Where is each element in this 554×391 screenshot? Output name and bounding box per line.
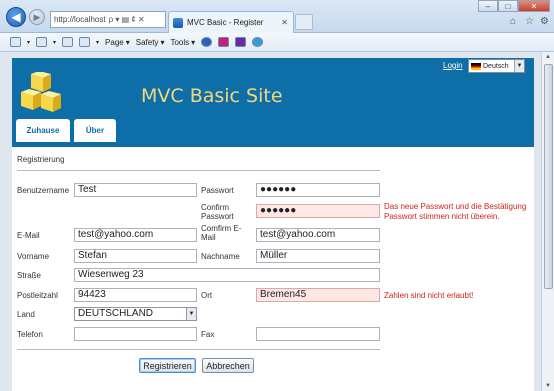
- input-benutzername[interactable]: Test: [74, 183, 197, 197]
- label-confirm-email: Comfirm E- Mail: [201, 224, 242, 242]
- cancel-button[interactable]: Abbrechen: [202, 358, 254, 373]
- section-divider: [17, 170, 380, 171]
- vertical-scrollbar[interactable]: ▲ ▼: [541, 52, 554, 391]
- browser-tab-active[interactable]: MVC Basic - Register ✕: [168, 11, 294, 33]
- chevron-down-icon: ▼: [514, 60, 524, 72]
- label-nachname: Nachname: [201, 252, 240, 261]
- tab-title: MVC Basic - Register: [187, 18, 264, 27]
- input-email[interactable]: test@yahoo.com: [74, 228, 197, 242]
- close-window-button[interactable]: ✕: [518, 0, 550, 12]
- input-fax[interactable]: [256, 327, 380, 341]
- print-icon[interactable]: [79, 37, 91, 47]
- nav-tab-zuhause[interactable]: Zuhause: [16, 119, 70, 142]
- label-postleitzahl: Postleitzahl: [17, 291, 58, 300]
- label-passwort: Passwort: [201, 186, 234, 195]
- chevron-down-icon[interactable]: ▾: [53, 39, 56, 46]
- input-postleitzahl[interactable]: 94423: [74, 288, 197, 302]
- label-confirm-passwort: Confirm Passwort: [201, 203, 234, 221]
- home-small-icon[interactable]: [10, 37, 21, 47]
- favicon-icon: [173, 17, 183, 28]
- window-controls: – □ ✕: [478, 0, 550, 12]
- scroll-down-icon[interactable]: ▼: [545, 383, 551, 389]
- label-email: E-Mail: [17, 231, 40, 240]
- address-bar[interactable]: http://localhost ρ ▾ ▤ ¢ ✕: [50, 11, 166, 28]
- input-vorname[interactable]: Stefan: [74, 249, 197, 263]
- chevron-down-icon[interactable]: ▾: [27, 39, 30, 46]
- onenote-linked-icon[interactable]: [235, 37, 247, 47]
- nav-tab-ueber[interactable]: Über: [74, 119, 116, 142]
- minimize-button[interactable]: –: [478, 0, 498, 12]
- scroll-up-icon[interactable]: ▲: [545, 54, 551, 60]
- maximize-button[interactable]: □: [498, 0, 518, 12]
- section-title: Registrierung: [17, 155, 65, 164]
- back-arrow-icon: ◀: [11, 10, 21, 24]
- address-bar-icons[interactable]: ρ ▾ ▤ ¢ ✕: [109, 15, 145, 24]
- input-strasse[interactable]: Wiesenweg 23: [74, 268, 380, 282]
- feeds-icon[interactable]: [36, 37, 48, 47]
- menu-tools[interactable]: Tools ▾: [170, 38, 195, 47]
- site-title: MVC Basic Site: [141, 85, 283, 107]
- page-content: MVC Basic Site Login Deutsch ▼ Zuhause Ü…: [12, 58, 534, 391]
- label-land: Land: [17, 310, 35, 319]
- menu-page[interactable]: Page ▾: [105, 38, 130, 47]
- close-tab-icon[interactable]: ✕: [281, 18, 288, 27]
- select-land-value: DEUTSCHLAND: [78, 308, 154, 319]
- menu-safety[interactable]: Safety ▾: [136, 38, 165, 47]
- chevron-down-icon[interactable]: ▾: [96, 39, 99, 46]
- onenote-icon[interactable]: [218, 37, 230, 47]
- research-icon[interactable]: [252, 37, 264, 47]
- label-strasse: Straße: [17, 271, 42, 280]
- command-bar: ▾ ▾ ▾ Page ▾ Safety ▾ Tools ▾: [0, 33, 554, 52]
- register-button[interactable]: Registrieren: [139, 358, 196, 373]
- back-button[interactable]: ◀: [6, 7, 26, 27]
- language-value: Deutsch: [483, 62, 509, 70]
- input-confirm-passwort[interactable]: ●●●●●●: [256, 204, 380, 218]
- label-vorname: Vorname: [17, 252, 50, 261]
- input-ort[interactable]: Bremen45: [256, 288, 380, 302]
- new-tab-button[interactable]: [295, 14, 313, 30]
- error-password-mismatch: Das neue Passwort und die Bestätigung Pa…: [384, 202, 527, 221]
- chevron-down-icon: ▼: [186, 308, 196, 320]
- address-text: http://localhost: [54, 15, 106, 24]
- favorites-star-icon[interactable]: ☆: [525, 16, 534, 27]
- input-nachname[interactable]: Müller: [256, 249, 380, 263]
- language-select[interactable]: Deutsch ▼: [468, 59, 525, 73]
- input-telefon[interactable]: [74, 327, 197, 341]
- browser-titlebar: ◀ ▶ http://localhost ρ ▾ ▤ ¢ ✕ MVC Basic…: [0, 0, 554, 33]
- input-confirm-email[interactable]: test@yahoo.com: [256, 228, 380, 242]
- form-divider: [17, 349, 380, 350]
- gear-icon[interactable]: ⚙: [540, 16, 549, 27]
- scrollbar-thumb[interactable]: [544, 64, 553, 289]
- forward-arrow-icon: ▶: [33, 11, 41, 22]
- forward-button[interactable]: ▶: [29, 9, 45, 25]
- login-link[interactable]: Login: [443, 61, 463, 70]
- help-icon[interactable]: [201, 37, 213, 47]
- error-ort: Zahlen sind nicht erlaubt!: [384, 291, 474, 300]
- home-icon[interactable]: ⌂: [510, 16, 516, 27]
- site-logo-cubes-icon: [21, 72, 61, 112]
- page-viewport: MVC Basic Site Login Deutsch ▼ Zuhause Ü…: [0, 52, 541, 391]
- mail-icon[interactable]: [62, 37, 74, 47]
- german-flag-icon: [471, 62, 481, 70]
- input-passwort[interactable]: ●●●●●●: [256, 183, 380, 197]
- site-header: MVC Basic Site Login Deutsch ▼ Zuhause Ü…: [12, 58, 534, 147]
- label-ort: Ort: [201, 291, 213, 300]
- label-telefon: Telefon: [17, 330, 43, 339]
- label-benutzername: Benutzername: [17, 186, 70, 195]
- select-land[interactable]: DEUTSCHLAND ▼: [74, 307, 197, 321]
- label-fax: Fax: [201, 330, 215, 339]
